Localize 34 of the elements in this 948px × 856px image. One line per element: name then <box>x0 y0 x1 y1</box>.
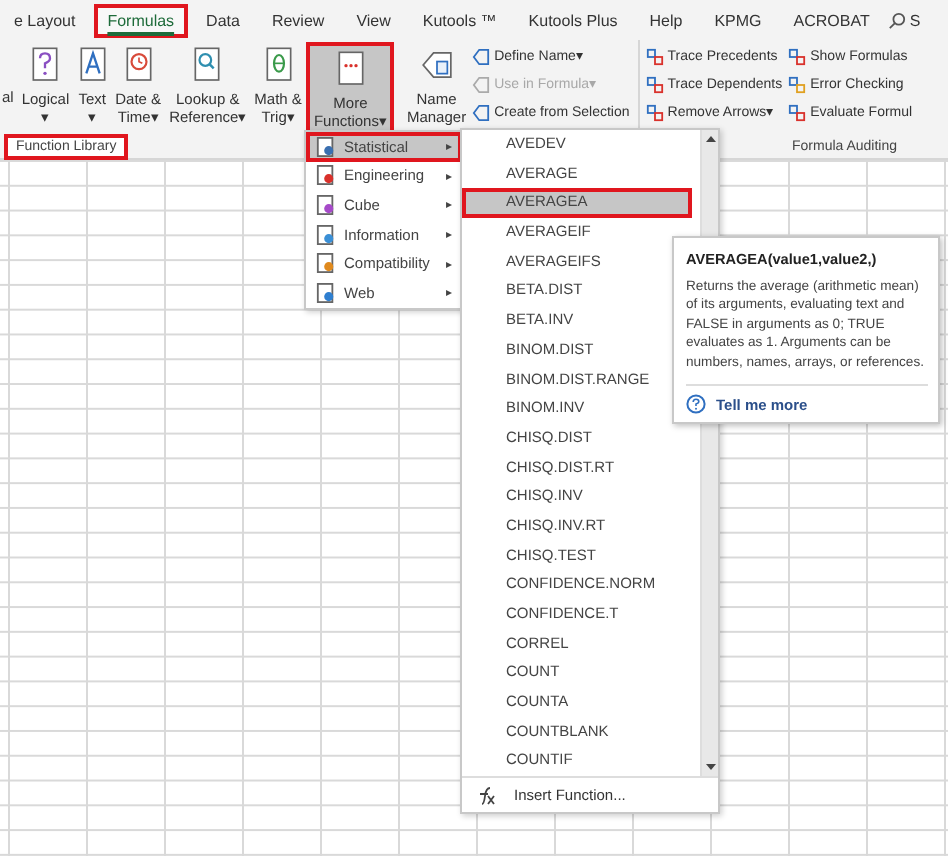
boxes-icon <box>645 47 664 65</box>
category-icon <box>316 252 336 275</box>
ribbon-tab[interactable]: e Layout <box>0 3 90 37</box>
clock-icon <box>123 46 154 84</box>
category-icon <box>316 193 336 216</box>
ribbon-tab[interactable]: Kutools Plus <box>514 3 632 37</box>
scroll-down-icon[interactable] <box>703 760 717 775</box>
question-mark-icon <box>30 46 61 84</box>
ribbon-tab[interactable]: Kutools ™ <box>408 3 511 37</box>
magnifier-icon <box>192 46 223 84</box>
boxes-icon <box>645 75 664 93</box>
category-icon <box>316 135 336 158</box>
category-icon <box>316 164 336 187</box>
search-label[interactable]: S <box>909 11 921 29</box>
search-icon[interactable] <box>887 11 906 29</box>
ribbon-tab[interactable]: View <box>342 3 405 37</box>
help-icon[interactable] <box>686 394 706 415</box>
category-icon <box>316 281 336 304</box>
ribbon-tab[interactable]: ACROBAT <box>779 3 884 37</box>
ribbon-tab[interactable]: Formulas <box>93 3 189 37</box>
category-icon <box>316 223 336 246</box>
function-icon <box>474 785 496 806</box>
boxes-icon <box>788 75 807 93</box>
boxes-icon <box>788 103 807 121</box>
ribbon-tab[interactable]: KPMG <box>700 3 776 37</box>
ribbon-tab[interactable]: Help <box>635 3 697 37</box>
ribbon-tab[interactable]: Review <box>257 3 339 37</box>
letter-icon <box>77 46 108 84</box>
dots-icon <box>335 50 366 88</box>
boxes-icon <box>788 47 807 65</box>
tag-icon <box>417 46 456 84</box>
theta-icon <box>263 46 294 84</box>
ribbon-tab[interactable]: Data <box>192 3 254 37</box>
boxes-icon <box>645 103 664 121</box>
